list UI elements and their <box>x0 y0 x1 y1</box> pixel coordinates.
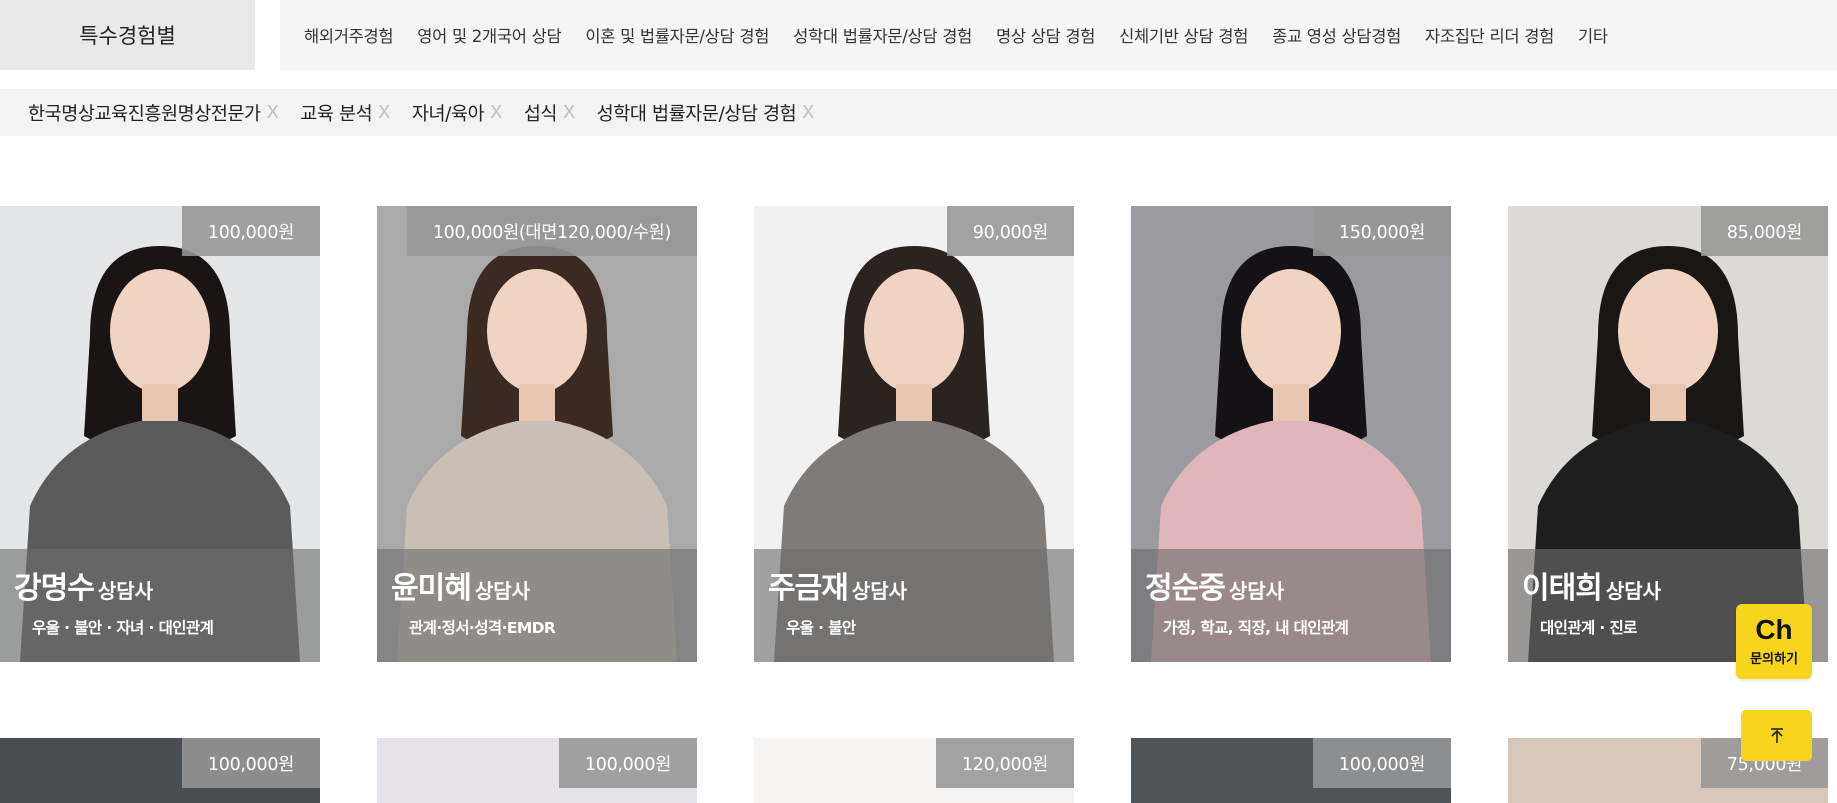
counselor-specialty: 우울 · 불안 · 자녀 · 대인관계 <box>32 619 214 637</box>
filter-chip: 성학대 법률자문/상담 경험 X <box>596 100 815 126</box>
session-price: 100,000원 <box>181 738 320 788</box>
counselor-name: 정순중 <box>1145 571 1226 606</box>
filter-chip-label: 한국명상교육진흥원명상전문가 <box>28 103 261 125</box>
counselor-specialty: 우울 · 불안 <box>786 619 856 637</box>
filter-chip: 섭식 X <box>524 100 575 126</box>
counselor-card[interactable]: 120,000원 <box>754 738 1074 803</box>
session-price: 120,000원 <box>935 738 1074 788</box>
counselor-name: 이태희 <box>1522 571 1603 606</box>
counselor-role: 상담사 <box>474 579 531 603</box>
selected-filters: 한국명상교육진흥원명상전문가 X 교육 분석 X 자녀/육아 X 섭식 X 성학… <box>0 89 1837 136</box>
session-price: 100,000원 <box>1312 738 1451 788</box>
counselor-card[interactable]: 85,000원 이태희 상담사 대인관계 · 진로 <box>1508 206 1828 662</box>
filter-chip-label: 성학대 법률자문/상담 경험 <box>596 103 797 125</box>
counselor-name: 주금재 <box>768 571 849 606</box>
counselor-role: 상담사 <box>97 579 154 603</box>
counselor-card[interactable]: 100,000원 <box>0 738 320 803</box>
session-price: 150,000원 <box>1312 206 1451 256</box>
category-item-religion-spirituality[interactable]: 종교 영성 상담경험 <box>1272 23 1401 47</box>
category-label[interactable]: 특수경험별 <box>0 0 255 70</box>
category-item-self-help-leader[interactable]: 자조집단 리더 경험 <box>1425 23 1554 47</box>
remove-filter-icon[interactable]: X <box>563 102 575 123</box>
filter-chip: 한국명상교육진흥원명상전문가 X <box>28 100 279 126</box>
remove-filter-icon[interactable]: X <box>378 102 390 123</box>
remove-filter-icon[interactable]: X <box>267 102 279 123</box>
category-item-divorce-legal[interactable]: 이혼 및 법률자문/상담 경험 <box>585 23 769 47</box>
session-price: 100,000원 <box>558 738 697 788</box>
category-item-other[interactable]: 기타 <box>1578 23 1608 47</box>
chat-inquiry-button[interactable]: Ch 문의하기 <box>1736 604 1812 679</box>
category-item-overseas[interactable]: 해외거주경험 <box>304 23 394 47</box>
counselor-info: 강명수 상담사우울 · 불안 · 자녀 · 대인관계 <box>0 549 320 662</box>
category-item-meditation[interactable]: 명상 상담 경험 <box>996 23 1095 47</box>
counselor-card[interactable]: 100,000원(대면120,000/수원) 윤미혜 상담사관계·정서·성격·EMD… <box>377 206 697 662</box>
arrow-up-icon <box>1770 727 1783 743</box>
filter-chip-label: 교육 분석 <box>300 103 373 125</box>
counselor-card[interactable]: 150,000원정순중 상담사가정, 학교, 직장, 내 대인관계 <box>1131 206 1451 662</box>
session-price: 90,000원 <box>946 206 1074 256</box>
filter-chip: 자녀/육아 X <box>412 100 502 126</box>
session-price: 85,000원 <box>1700 206 1828 256</box>
chat-inquiry-label: 문의하기 <box>1750 652 1798 667</box>
counselor-card[interactable]: 100,000원 <box>377 738 697 803</box>
counselor-card[interactable]: 100,000원강명수 상담사우울 · 불안 · 자녀 · 대인관계 <box>0 206 320 662</box>
filter-chip-label: 자녀/육아 <box>411 103 485 125</box>
category-item-bilingual[interactable]: 영어 및 2개국어 상담 <box>417 23 561 47</box>
counselor-role: 상담사 <box>1605 579 1662 603</box>
session-price: 100,000원(대면120,000/수원) <box>406 206 697 256</box>
counselor-role: 상담사 <box>1228 579 1285 603</box>
remove-filter-icon[interactable]: X <box>490 102 502 123</box>
category-nav: 해외거주경험 영어 및 2개국어 상담 이혼 및 법률자문/상담 경험 성학대 … <box>280 0 1837 70</box>
counselor-specialty: 관계·정서·성격·EMDR <box>409 619 556 637</box>
session-price: 100,000원 <box>181 206 320 256</box>
filter-chip: 교육 분석 X <box>300 100 390 126</box>
counselor-role: 상담사 <box>851 579 908 603</box>
counselor-info: 윤미혜 상담사관계·정서·성격·EMDR <box>377 549 697 662</box>
counselor-specialty: 가정, 학교, 직장, 내 대인관계 <box>1163 619 1349 637</box>
counselor-card[interactable]: 100,000원 <box>1131 738 1451 803</box>
category-item-sexual-abuse-legal[interactable]: 성학대 법률자문/상담 경험 <box>793 23 972 47</box>
filter-chip-label: 섭식 <box>523 103 558 125</box>
counselor-name: 강명수 <box>14 571 95 606</box>
counselor-info: 주금재 상담사우울 · 불안 <box>754 549 1074 662</box>
category-item-somatic[interactable]: 신체기반 상담 경험 <box>1119 23 1248 47</box>
counselor-name: 윤미혜 <box>391 571 472 606</box>
counselor-card[interactable]: 90,000원주금재 상담사우울 · 불안 <box>754 206 1074 662</box>
counselor-info: 정순중 상담사가정, 학교, 직장, 내 대인관계 <box>1131 549 1451 662</box>
scroll-to-top-button[interactable] <box>1741 710 1812 761</box>
channel-talk-logo: Ch <box>1755 614 1793 645</box>
remove-filter-icon[interactable]: X <box>802 102 814 123</box>
